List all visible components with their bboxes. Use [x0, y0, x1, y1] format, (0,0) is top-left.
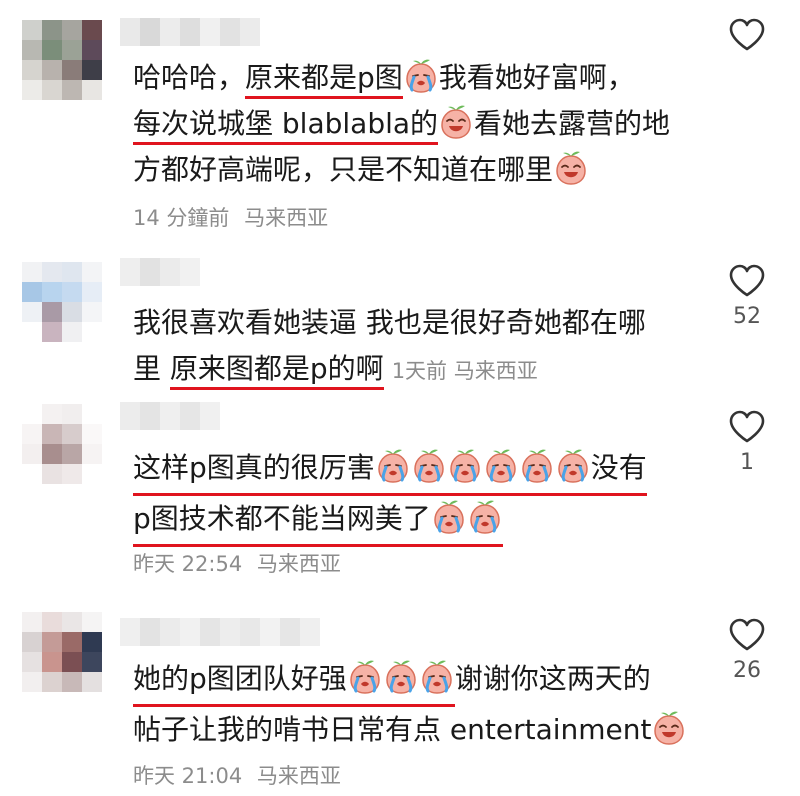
avatar[interactable]: [22, 612, 102, 692]
avatar[interactable]: [22, 404, 102, 484]
like-button[interactable]: [720, 18, 774, 52]
like-count: 52: [733, 304, 761, 329]
crying-peach-emoji: [521, 449, 553, 483]
username-blurred[interactable]: [120, 402, 220, 430]
crying-peach-emoji: [413, 449, 445, 483]
avatar[interactable]: [22, 262, 102, 342]
heart-outline-icon[interactable]: [728, 264, 766, 298]
location: 马来西亚: [256, 552, 341, 576]
text-underlined: 没有: [590, 451, 647, 484]
crying-peach-emoji: [377, 449, 409, 483]
text-underlined: 每次说城堡 blablabla的: [133, 107, 439, 145]
text-underlined: 原来都是p图: [245, 61, 403, 99]
comment-meta: 14 分鐘前 马来西亚: [133, 202, 328, 232]
crying-peach-emoji: [449, 449, 481, 483]
like-button[interactable]: 52: [720, 264, 774, 329]
timestamp: 1天前: [391, 359, 448, 383]
timestamp: 14 分鐘前: [133, 206, 230, 230]
username-blurred[interactable]: [120, 18, 260, 46]
timestamp: 昨天 22:54: [133, 552, 243, 576]
comment-text: 我很喜欢看她装逼 我也是很好奇她都在哪 里 原来图都是p的啊 1天前 马来西亚: [133, 300, 693, 394]
crying-peach-emoji: [433, 500, 465, 534]
avatar[interactable]: [22, 20, 102, 100]
text-plain: 我很喜欢看她装逼 我也是很好奇她都在哪: [133, 306, 646, 339]
heart-outline-icon[interactable]: [728, 410, 766, 444]
crying-peach-emoji: [385, 660, 417, 694]
text-underlined: 她的p图团队好强: [133, 662, 347, 695]
location: 马来西亚: [244, 206, 329, 230]
text-plain: 方都好高端呢，只是不知道在哪里: [133, 153, 554, 186]
crying-peach-emoji: [557, 449, 589, 483]
username-blurred[interactable]: [120, 258, 200, 286]
like-count: 1: [740, 450, 754, 475]
timestamp: 昨天 21:04: [133, 764, 243, 788]
text-plain: 看她去露营的地: [474, 107, 671, 140]
location: 马来西亚: [453, 359, 538, 383]
text-underlined: 这样p图真的很厉害: [133, 451, 375, 484]
text-plain: 谢谢你这两天的: [454, 662, 651, 695]
crying-peach-emoji: [349, 660, 381, 694]
text-plain: 帖子让我的啃书日常有点 entertainment: [133, 713, 652, 746]
crying-peach-emoji: [405, 59, 437, 93]
comment-text: 哈哈哈，原来都是p图 我看她好富啊， 每次说城堡 blablabla的 看她去露营的…: [133, 55, 693, 193]
laughing-peach-emoji: [441, 105, 471, 139]
text-underlined: 原来图都是p的啊: [169, 352, 384, 390]
crying-peach-emoji: [469, 500, 501, 534]
username-blurred[interactable]: [120, 618, 320, 646]
heart-outline-icon[interactable]: [728, 618, 766, 652]
like-button[interactable]: 26: [720, 618, 774, 683]
text-plain: 我看她好富啊，: [438, 61, 635, 94]
comment-meta: 昨天 22:54 马来西亚: [133, 548, 341, 578]
text-underlined: p图技术都不能当网美了: [133, 502, 431, 535]
like-count: 26: [733, 658, 761, 683]
crying-peach-emoji: [421, 660, 453, 694]
laughing-peach-emoji: [556, 151, 586, 185]
laughing-peach-emoji: [654, 711, 685, 745]
comment-text: 她的p图团队好强 谢谢你这两天的 帖子让我的啃书日常有点 entertainmen…: [133, 656, 693, 753]
text-plain: 哈哈哈，: [133, 61, 246, 94]
comment-text: 这样p图真的很厉害 没有 p图技术都不能当网美了: [133, 445, 693, 547]
comment-meta: 昨天 21:04 马来西亚: [133, 760, 341, 790]
like-button[interactable]: 1: [720, 410, 774, 475]
text-plain: 里: [133, 352, 170, 385]
heart-outline-icon[interactable]: [728, 18, 766, 52]
location: 马来西亚: [256, 764, 341, 788]
crying-peach-emoji: [485, 449, 517, 483]
